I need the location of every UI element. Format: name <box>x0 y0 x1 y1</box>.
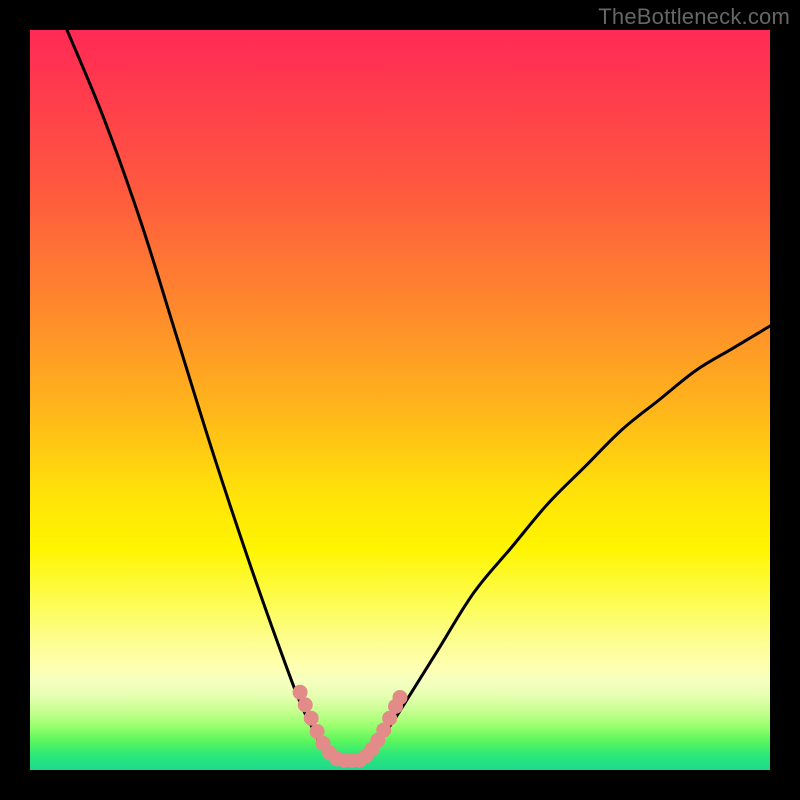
data-marker <box>304 711 319 726</box>
chart-svg <box>30 30 770 770</box>
watermark-text: TheBottleneck.com <box>598 4 790 30</box>
data-marker <box>298 697 313 712</box>
data-marker <box>393 690 408 705</box>
chart-frame: TheBottleneck.com <box>0 0 800 800</box>
plot-area <box>30 30 770 770</box>
right-curve-path <box>363 326 770 760</box>
left-curve-path <box>67 30 341 760</box>
